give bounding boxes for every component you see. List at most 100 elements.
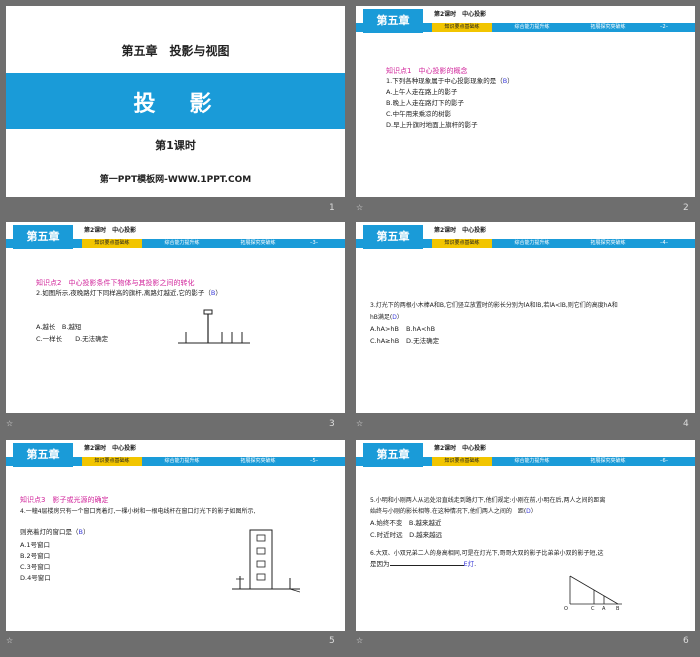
lesson-label: 第1课时	[155, 139, 196, 152]
tab-basic-practice[interactable]: 知识要点基础练	[82, 457, 142, 466]
question-text: 1.下列各种现象属于中心投影现象的是（	[386, 77, 503, 85]
question-stem-line2: hB满足(D）	[370, 313, 403, 323]
lesson-heading: 第2课时 中心投影	[84, 227, 137, 234]
chapter-tag: 第五章	[13, 225, 73, 249]
blank	[389, 565, 464, 566]
option-cd: C.一样长 D.无法确定	[36, 335, 109, 343]
knowledge-point: 知识点2 中心投影条件下物体与其投影之间的转化	[36, 279, 195, 287]
close-paren: ）	[530, 508, 537, 515]
option-b: B.hA<hB	[406, 325, 436, 333]
q6-stem-line1: 6.大双、小双兄弟二人的身高相同,可是在灯光下,哥哥大双的影子比弟弟小双的影子短…	[370, 550, 604, 557]
tab-extension-practice[interactable]: 拓展探究突破练	[578, 23, 638, 32]
slide-5[interactable]: 第五章 第2课时 中心投影 知识要点基础练 综合能力提升练 拓展探究突破练 –5…	[6, 440, 345, 631]
tab-extension-practice[interactable]: 拓展探究突破练	[578, 239, 638, 248]
option-d: D.无法确定	[406, 337, 440, 345]
slide-number: 2	[683, 203, 689, 213]
option-c: C.3号窗口	[20, 563, 51, 571]
tab-basic-practice[interactable]: 知识要点基础练	[432, 457, 492, 466]
chapter-heading: 第五章 投影与视图	[121, 44, 230, 58]
tab-ability-practice[interactable]: 综合能力提升练	[152, 239, 212, 248]
source-label: 第一PPT模板网-WWW.1PPT.COM	[99, 175, 252, 185]
page-indicator: –3–	[310, 240, 319, 246]
q5-options-cd: C.时近时远 D.越来越远	[370, 531, 443, 539]
chapter-tag: 第五章	[363, 9, 423, 33]
option-a: A.hA>hB	[370, 325, 399, 333]
question-stem: 1.下列各种现象属于中心投影现象的是（B）	[386, 77, 514, 87]
close-paren: ）	[507, 77, 514, 85]
tab-extension-practice[interactable]: 拓展探究突破练	[228, 239, 288, 248]
question-stem: 2.如图所示,夜晚路灯下同样高的旗杆,离路灯越近,它的影子（B）	[36, 289, 222, 299]
lesson-heading: 第2课时 中心投影	[434, 445, 487, 452]
star-icon: ☆	[356, 419, 364, 428]
chapter-tag: 第五章	[13, 443, 73, 467]
option-d: D.4号窗口	[20, 574, 51, 582]
q6-stem-line2: 是因为 E灯.	[370, 560, 476, 570]
star-icon: ☆	[356, 636, 364, 645]
close-paren: ）	[82, 528, 90, 536]
label-o: O	[564, 606, 568, 612]
answer: E灯	[463, 560, 475, 568]
q5-stem-line1: 5.小明和小刚两人从远处沿直线走到路灯下,他们规定:小刚在前,小明在后,两人之间…	[370, 497, 606, 504]
slide-number: 4	[683, 419, 689, 429]
label-a: A	[602, 606, 606, 612]
q5-options-ab: A.始终不变 B.越来越近	[370, 519, 442, 527]
chapter-tag: 第五章	[363, 225, 423, 249]
slide-2[interactable]: 第五章 第2课时 中心投影 知识要点基础练 综合能力提升练 拓展探究突破练 –2…	[356, 6, 695, 197]
question-text: 是因为	[370, 560, 390, 568]
building-figure	[232, 529, 300, 593]
tab-basic-practice[interactable]: 知识要点基础练	[432, 23, 492, 32]
question-text: 2.如图所示,夜晚路灯下同样高的旗杆,离路灯越近,它的影子（	[36, 289, 211, 297]
shadow-triangle-figure: O C A B	[564, 575, 622, 612]
slide-number: 6	[683, 636, 689, 646]
question-text: hB满足(	[370, 314, 393, 321]
option-b: B.晚上人走在路灯下的影子	[386, 99, 465, 107]
label-c: C	[591, 606, 595, 612]
knowledge-point: 知识点3 影子或光源的确定	[20, 496, 109, 504]
slide-number: 1	[329, 203, 335, 213]
star-icon: ☆	[6, 419, 14, 428]
close-paren: ）	[396, 314, 403, 321]
star-icon: ☆	[356, 203, 364, 212]
slide-6[interactable]: 第五章 第2课时 中心投影 知识要点基础练 综合能力提升练 拓展探究突破练 –6…	[356, 440, 695, 631]
tab-ability-practice[interactable]: 综合能力提升练	[502, 23, 562, 32]
slide-number: 3	[329, 419, 335, 429]
tab-ability-practice[interactable]: 综合能力提升练	[152, 457, 212, 466]
page-indicator: –4–	[660, 240, 669, 246]
period: .	[474, 560, 477, 568]
option-a: A.1号窗口	[20, 541, 51, 549]
option-b: B.2号窗口	[20, 552, 51, 560]
option-c: C.中午用来乘凉的树影	[386, 110, 452, 118]
tab-basic-practice[interactable]: 知识要点基础练	[82, 239, 142, 248]
tab-basic-practice[interactable]: 知识要点基础练	[432, 239, 492, 248]
option-c: C.hA≥hB	[370, 337, 400, 345]
slide-3[interactable]: 第五章 第2课时 中心投影 知识要点基础练 综合能力提升练 拓展探究突破练 –3…	[6, 222, 345, 413]
lesson-heading: 第2课时 中心投影	[84, 445, 137, 452]
tab-ability-practice[interactable]: 综合能力提升练	[502, 457, 562, 466]
slide-title: 投 影	[133, 92, 218, 117]
option-d: D.早上升旗时地面上旗杆的影子	[386, 121, 478, 129]
chapter-tag: 第五章	[363, 443, 423, 467]
slide-number: 5	[329, 636, 335, 646]
q5-stem-line2: 始终与小刚的影长相等.在这种情况下,他们两人之间的 距(D）	[370, 507, 537, 517]
option-ab: A.越长 B.越短	[36, 323, 82, 331]
question-stem-line1: 4.一幢4层楼房只有一个窗口亮着灯,一棵小树和一根电线杆在窗口灯光下的影子如图所…	[20, 508, 256, 515]
streetlight-flagpole-figure	[178, 309, 250, 344]
tab-extension-practice[interactable]: 拓展探究突破练	[578, 457, 638, 466]
question-stem-line1: 3.灯光下的两根小木棒A和B,它们竖立放置时的影长分别为lA和lB,若lA<lB…	[370, 302, 618, 309]
page-indicator: –5–	[310, 458, 319, 464]
question-text: 则亮着灯的窗口是（	[20, 528, 79, 536]
knowledge-point: 知识点1 中心投影的概念	[386, 67, 468, 75]
tab-ability-practice[interactable]: 综合能力提升练	[502, 239, 562, 248]
lesson-heading: 第2课时 中心投影	[434, 11, 487, 18]
page-indicator: –6–	[660, 458, 669, 464]
slide-4[interactable]: 第五章 第2课时 中心投影 知识要点基础练 综合能力提升练 拓展探究突破练 –4…	[356, 222, 695, 413]
option-a: A.上午人走在路上的影子	[386, 88, 458, 96]
slide-1[interactable]: 第五章 投影与视图 投 影 第1课时 第一PPT模板网-WWW.1PPT.COM	[6, 6, 345, 197]
lesson-heading: 第2课时 中心投影	[434, 227, 487, 234]
star-icon: ☆	[6, 636, 14, 645]
label-b: B	[616, 606, 620, 612]
tab-extension-practice[interactable]: 拓展探究突破练	[228, 457, 288, 466]
page-indicator: –2–	[660, 24, 669, 30]
question-text: 始终与小刚的影长相等.在这种情况下,他们两人之间的 距(	[370, 508, 527, 515]
question-stem-line2: 则亮着灯的窗口是（B）	[20, 528, 89, 538]
